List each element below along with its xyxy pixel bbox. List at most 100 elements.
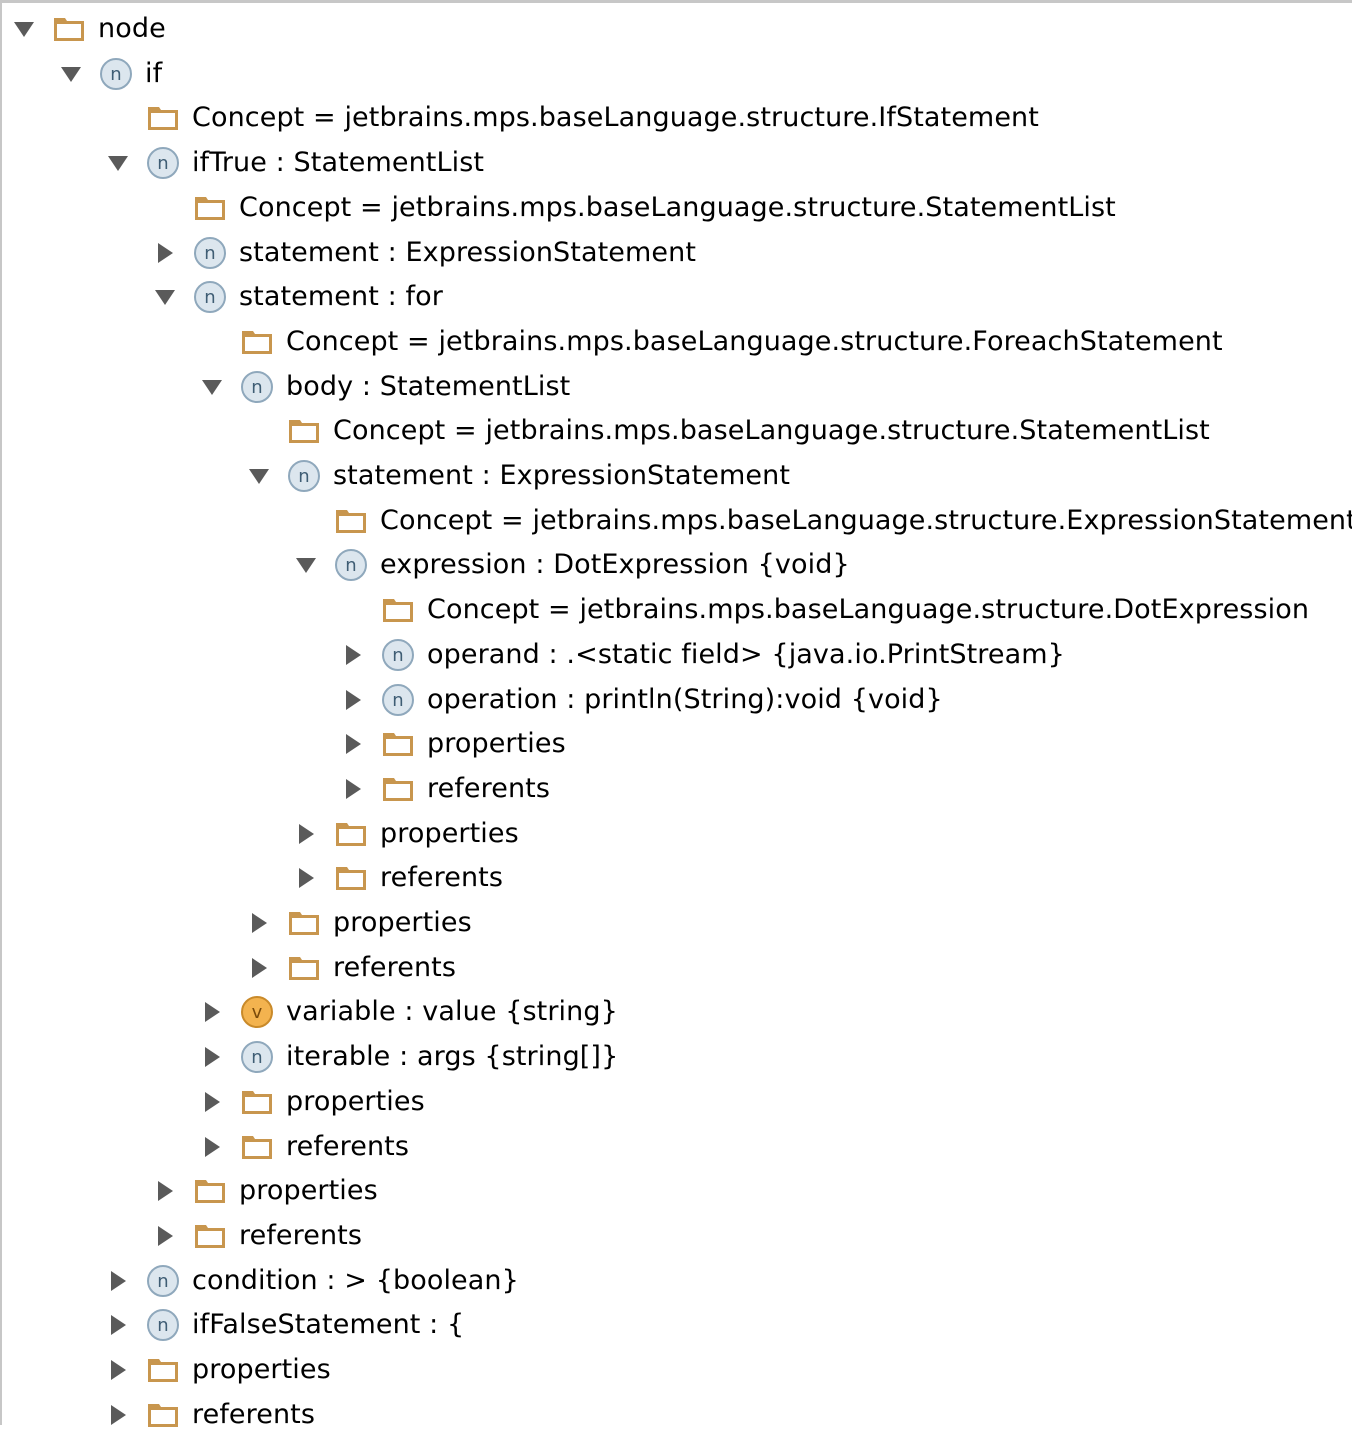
expanded-arrow-icon[interactable]	[55, 58, 87, 90]
collapsed-arrow-icon[interactable]	[196, 1131, 228, 1163]
tree-row-label: properties	[380, 817, 519, 849]
toggle-spacer	[290, 505, 322, 537]
tree-row[interactable]: n statement : for	[149, 275, 443, 319]
tree-row[interactable]: node	[8, 7, 166, 51]
expanded-arrow-icon[interactable]	[290, 549, 322, 581]
tree-row[interactable]: Concept = jetbrains.mps.baseLanguage.str…	[243, 409, 1210, 453]
tree-row[interactable]: referents	[149, 1214, 362, 1258]
tree-row[interactable]: Concept = jetbrains.mps.baseLanguage.str…	[337, 588, 1309, 632]
collapsed-arrow-icon[interactable]	[196, 996, 228, 1028]
variable-icon: v	[240, 995, 274, 1029]
svg-text:n: n	[251, 377, 263, 398]
svg-text:n: n	[392, 645, 404, 666]
svg-text:n: n	[345, 555, 357, 576]
tree-row-label: iterable : args {string[]}	[286, 1041, 619, 1073]
tree-row[interactable]: n expression : DotExpression {void}	[290, 543, 850, 587]
tree-row[interactable]: referents	[337, 767, 550, 811]
expanded-arrow-icon[interactable]	[102, 147, 134, 179]
tree-row[interactable]: referents	[196, 1125, 409, 1169]
collapsed-arrow-icon[interactable]	[149, 1220, 181, 1252]
svg-text:n: n	[157, 153, 169, 174]
tree-row-label: statement : ExpressionStatement	[333, 460, 791, 491]
tree-row-label: Concept = jetbrains.mps.baseLanguage.str…	[286, 325, 1223, 357]
svg-text:n: n	[204, 287, 216, 308]
collapsed-arrow-icon[interactable]	[337, 773, 369, 805]
collapsed-arrow-icon[interactable]	[149, 1175, 181, 1207]
tree-row[interactable]: Concept = jetbrains.mps.baseLanguage.str…	[290, 499, 1352, 543]
svg-text:n: n	[157, 1271, 169, 1292]
tree-row[interactable]: n body : StatementList	[196, 365, 570, 409]
collapsed-arrow-icon[interactable]	[337, 684, 369, 716]
tree-row[interactable]: n if	[55, 52, 162, 96]
svg-text:n: n	[298, 466, 310, 487]
collapsed-arrow-icon[interactable]	[196, 1041, 228, 1073]
svg-text:n: n	[204, 243, 216, 264]
tree-row-label: referents	[427, 772, 551, 804]
tree-row[interactable]: n ifTrue : StatementList	[102, 141, 484, 185]
collapsed-arrow-icon[interactable]	[290, 862, 322, 894]
folder-icon	[381, 772, 415, 806]
tree-row[interactable]: Concept = jetbrains.mps.baseLanguage.str…	[102, 96, 1039, 140]
tree-row[interactable]: referents	[243, 946, 456, 990]
tree-row[interactable]: Concept = jetbrains.mps.baseLanguage.str…	[149, 186, 1116, 230]
collapsed-arrow-icon[interactable]	[102, 1309, 134, 1341]
folder-icon	[287, 906, 321, 940]
tree-row[interactable]: Concept = jetbrains.mps.baseLanguage.str…	[196, 320, 1223, 364]
tree-row[interactable]: referents	[102, 1393, 315, 1437]
collapsed-arrow-icon[interactable]	[196, 1086, 228, 1118]
tree-row[interactable]: n statement : ExpressionStatement	[149, 231, 696, 275]
folder-icon	[240, 1130, 274, 1164]
collapsed-arrow-icon[interactable]	[337, 639, 369, 671]
tree-row[interactable]: n condition : > {boolean}	[102, 1259, 519, 1303]
collapsed-arrow-icon[interactable]	[102, 1265, 134, 1297]
collapsed-arrow-icon[interactable]	[102, 1399, 134, 1431]
tree-row[interactable]: properties	[290, 812, 519, 856]
collapsed-arrow-icon[interactable]	[290, 818, 322, 850]
tree-row[interactable]: referents	[290, 856, 503, 900]
tree-row-label: referents	[192, 1398, 316, 1430]
expanded-arrow-icon[interactable]	[243, 460, 275, 492]
tree-row[interactable]: properties	[337, 722, 566, 766]
folder-icon	[193, 191, 227, 225]
expanded-arrow-icon[interactable]	[149, 281, 181, 313]
tree-row[interactable]: n statement : ExpressionStatement	[243, 454, 790, 498]
folder-icon	[240, 1085, 274, 1119]
tree-row[interactable]: n iterable : args {string[]}	[196, 1035, 618, 1079]
tree-row-label: properties	[333, 907, 472, 938]
tree-row[interactable]: n operand : .<static field> {java.io.Prin…	[337, 633, 1065, 677]
tree-row[interactable]: properties	[102, 1348, 331, 1392]
expanded-arrow-icon[interactable]	[8, 13, 40, 45]
tree-row[interactable]: properties	[243, 901, 472, 945]
folder-icon	[146, 1398, 180, 1432]
tree-row[interactable]: n ifFalseStatement : {	[102, 1303, 464, 1347]
collapsed-arrow-icon[interactable]	[243, 907, 275, 939]
tree-row[interactable]: n operation : println(String):void {void}	[337, 678, 943, 722]
tree-row-label: Concept = jetbrains.mps.baseLanguage.str…	[427, 594, 1310, 626]
svg-text:n: n	[157, 1315, 169, 1336]
toggle-spacer	[337, 594, 369, 626]
toggle-spacer	[102, 102, 134, 134]
tree-row[interactable]: properties	[196, 1080, 425, 1124]
folder-icon	[334, 861, 368, 895]
tree-row-label: operation : println(String):void {void}	[427, 683, 943, 715]
expanded-arrow-icon[interactable]	[196, 371, 228, 403]
collapsed-arrow-icon[interactable]	[243, 952, 275, 984]
collapsed-arrow-icon[interactable]	[102, 1354, 134, 1386]
tree-row-label: statement : ExpressionStatement	[239, 236, 697, 268]
collapsed-arrow-icon[interactable]	[337, 728, 369, 760]
toggle-spacer	[196, 326, 228, 358]
folder-icon	[240, 325, 274, 359]
tree-row[interactable]: v variable : value {string}	[196, 990, 618, 1034]
svg-text:n: n	[392, 690, 404, 711]
svg-text:n: n	[110, 64, 122, 85]
folder-icon	[334, 504, 368, 538]
node-icon: n	[334, 548, 368, 582]
tree-row-label: Concept = jetbrains.mps.baseLanguage.str…	[333, 415, 1210, 447]
tree-row-label: referents	[380, 862, 504, 894]
tree-row[interactable]: properties	[149, 1169, 378, 1213]
collapsed-arrow-icon[interactable]	[149, 237, 181, 269]
tree-row-label: referents	[333, 951, 457, 983]
node-icon: n	[193, 236, 227, 270]
tree-panel: node n if Concept = jetbrains.mps.baseLangu…	[0, 0, 1352, 1430]
node-icon: n	[146, 146, 180, 180]
